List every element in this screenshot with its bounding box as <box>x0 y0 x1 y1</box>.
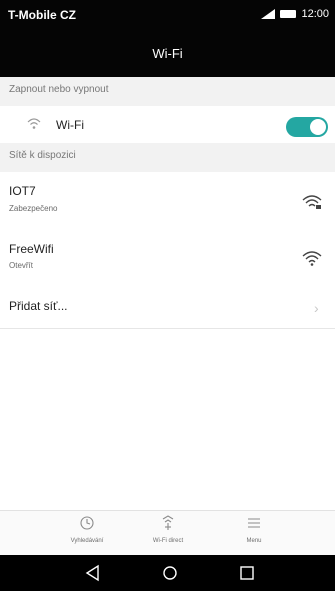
section-header-toggle: Zapnout nebo vypnout <box>0 77 335 106</box>
signal-icon <box>261 9 276 19</box>
status-icons: 12:00 <box>261 8 329 20</box>
network-item-freewifi[interactable]: FreeWifi Otevřít <box>0 228 335 285</box>
section-header-available: Sítě k dispozici <box>0 143 335 172</box>
network-name: FreeWifi <box>9 242 54 256</box>
network-status: Zabezpečeno <box>9 204 58 213</box>
page-title: Wi-Fi <box>0 31 335 77</box>
switch-knob <box>310 119 326 135</box>
menu-icon <box>248 518 260 528</box>
status-bar: T-Mobile CZ 12:00 <box>0 0 335 31</box>
battery-icon <box>280 10 297 18</box>
wifi-toggle-label: Wi-Fi <box>56 118 84 132</box>
scan-label: Vyhledávání <box>70 538 104 544</box>
add-network-label: Přidat síť... <box>9 299 68 313</box>
bottom-action-bar: Vyhledávání Wi-Fi direct Menu <box>0 510 335 556</box>
wifi-icon <box>27 118 41 129</box>
network-status: Otevřít <box>9 261 34 270</box>
section-available-label: Sítě k dispozici <box>9 150 76 161</box>
menu-button[interactable]: Menu <box>219 515 289 544</box>
home-icon[interactable] <box>160 564 180 582</box>
network-item-iot7[interactable]: IOT7 Zabezpečeno <box>0 172 335 229</box>
wifi-locked-icon <box>302 195 322 209</box>
clock: 12:00 <box>301 8 329 20</box>
navigation-bar <box>0 555 335 591</box>
add-network-item[interactable]: Přidat síť... › <box>0 284 335 329</box>
wifi-toggle-row[interactable]: Wi-Fi <box>0 106 335 144</box>
wifi-direct-button[interactable]: Wi-Fi direct <box>133 515 203 544</box>
section-toggle-label: Zapnout nebo vypnout <box>9 84 109 95</box>
back-icon[interactable] <box>83 564 103 582</box>
refresh-scan-icon <box>80 516 94 530</box>
scan-button[interactable]: Vyhledávání <box>52 515 122 544</box>
carrier-name: T-Mobile CZ <box>8 8 76 22</box>
wifi-icon <box>302 251 322 266</box>
recents-icon[interactable] <box>237 564 257 582</box>
network-name: IOT7 <box>9 184 36 198</box>
wifi-direct-icon <box>162 515 174 530</box>
chevron-right-icon: › <box>314 300 319 316</box>
wifi-direct-label: Wi-Fi direct <box>152 538 184 544</box>
wifi-switch[interactable] <box>286 117 328 137</box>
menu-label: Menu <box>246 538 262 544</box>
